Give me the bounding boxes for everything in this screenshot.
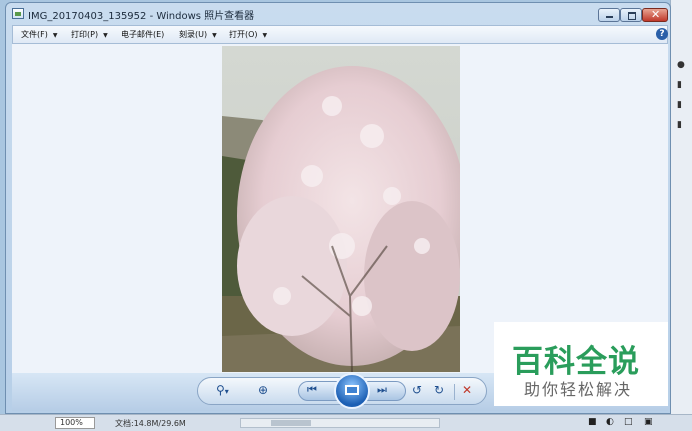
- rotate-ccw-button[interactable]: ↺: [412, 383, 422, 397]
- tool-icon: ▮: [677, 80, 682, 90]
- previous-icon: ⏮: [307, 383, 317, 396]
- magnifier-icon: ⚲: [216, 383, 225, 397]
- tool-icon: ●: [677, 60, 685, 70]
- control-group: ⚲▾ ⊕ ⏮ ⏭ ↺ ↻ ✕: [197, 373, 487, 409]
- maximize-button[interactable]: [620, 8, 642, 22]
- chevron-down-icon: ▼: [262, 32, 268, 39]
- menu-open[interactable]: 打开(O) ▼: [229, 29, 267, 40]
- close-icon: ✕: [651, 8, 661, 21]
- zoom-level-field[interactable]: 100%: [55, 417, 95, 429]
- title-bar[interactable]: IMG_20170403_135952 - Windows 照片查看器 ✕: [6, 3, 670, 25]
- status-bar: 100% 文档:14.8M/29.6M ■ ◐ □ ▣: [0, 414, 692, 431]
- document-size-text: 文档:14.8M/29.6M: [115, 419, 186, 428]
- rotate-ccw-icon: ↺: [412, 383, 423, 397]
- square-icon: □: [624, 417, 633, 427]
- magnolia-tree-photo: [222, 46, 460, 372]
- fit-window-icon: ⊕: [258, 383, 269, 397]
- next-icon: ⏭: [377, 383, 387, 396]
- actual-size-button[interactable]: ⊕: [258, 383, 268, 397]
- next-button[interactable]: ⏭: [377, 383, 387, 397]
- square-icon: ▣: [644, 417, 653, 427]
- chevron-down-icon: ▼: [212, 32, 217, 39]
- photo-image: [222, 46, 460, 372]
- background-app-strip: ● ▮ ▮ ▮: [670, 0, 692, 431]
- camera-icon: ■: [588, 417, 597, 427]
- delete-icon: ✕: [462, 383, 473, 397]
- minimize-icon: [606, 16, 613, 18]
- rotate-cw-button[interactable]: ↻: [434, 383, 444, 397]
- half-circle-icon: ◐: [606, 417, 614, 427]
- minimize-button[interactable]: [598, 8, 620, 22]
- watermark-subtitle: 助你轻松解决: [524, 380, 633, 399]
- tool-icon: ▮: [677, 120, 682, 130]
- chevron-down-icon: ▾: [224, 387, 229, 396]
- menu-email[interactable]: 电子邮件(E): [121, 29, 164, 40]
- close-button[interactable]: ✕: [642, 8, 668, 22]
- menu-burn[interactable]: 刻录(U) ▼: [179, 29, 217, 40]
- chevron-down-icon: ▼: [52, 32, 58, 39]
- slideshow-button[interactable]: [334, 373, 370, 409]
- delete-button[interactable]: ✕: [462, 383, 472, 397]
- previous-button[interactable]: ⏮: [307, 383, 317, 397]
- window-title: IMG_20170403_135952 - Windows 照片查看器: [28, 11, 255, 22]
- menu-bar: 文件(F) ▼ 打印(P) ▼ 电子邮件(E) 刻录(U) ▼ 打开(O) ▼ ?: [12, 25, 668, 44]
- tool-icon: ▮: [677, 100, 682, 110]
- help-icon[interactable]: ?: [656, 28, 668, 40]
- divider: [454, 384, 455, 400]
- photo-viewer-app-icon: [12, 8, 24, 19]
- menu-file[interactable]: 文件(F) ▼: [21, 29, 57, 40]
- zoom-button[interactable]: ⚲▾: [216, 383, 229, 397]
- maximize-icon: [628, 12, 636, 20]
- slideshow-icon: [345, 385, 359, 395]
- watermark-title: 百科全说: [512, 344, 640, 380]
- scrollbar-thumb[interactable]: [271, 420, 311, 426]
- chevron-down-icon: ▼: [103, 32, 108, 39]
- horizontal-scrollbar[interactable]: [240, 418, 440, 428]
- watermark-logo: 百科全说 助你轻松解决: [494, 322, 668, 406]
- menu-print[interactable]: 打印(P) ▼: [71, 29, 108, 40]
- rotate-cw-icon: ↻: [434, 383, 445, 397]
